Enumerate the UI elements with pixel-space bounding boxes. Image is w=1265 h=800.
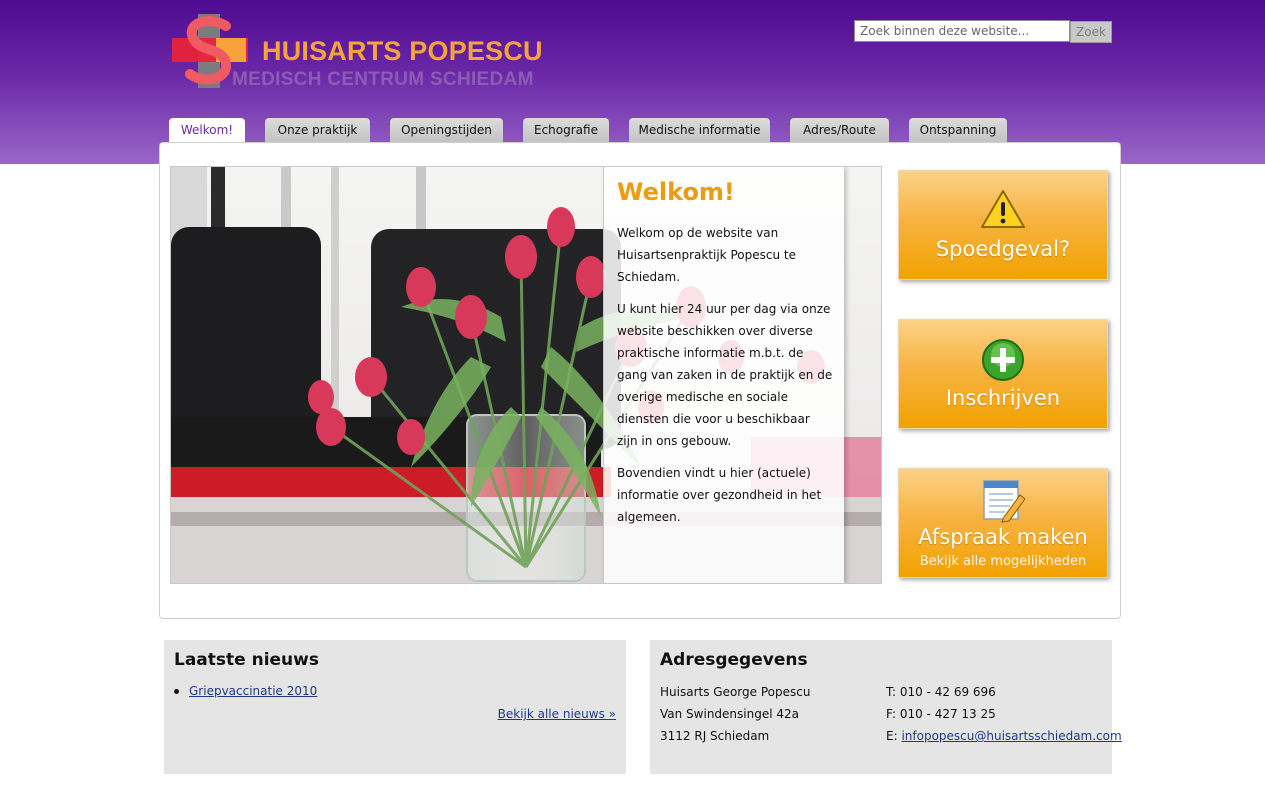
tab-adres-route[interactable]: Adres/Route xyxy=(790,118,889,142)
tab-echografie[interactable]: Echografie xyxy=(523,118,609,142)
tab-ontspanning[interactable]: Ontspanning xyxy=(909,118,1007,142)
email-link[interactable]: infopopescu@huisartsschiedam.com xyxy=(901,729,1121,743)
search-button[interactable]: Zoek xyxy=(1070,21,1112,43)
address-phone: T: 010 - 42 69 696 xyxy=(886,685,996,699)
inschrijven-button[interactable]: Inschrijven xyxy=(898,319,1108,429)
bullet-icon xyxy=(174,689,179,694)
logo-title: HUISARTS POPESCU xyxy=(262,36,543,66)
news-link[interactable]: Griepvaccinatie 2010 xyxy=(189,684,317,698)
tab-openingstijden[interactable]: Openingstijden xyxy=(390,118,503,142)
list-item: Griepvaccinatie 2010 xyxy=(174,684,317,698)
address-street: Van Swindensingel 42a xyxy=(660,707,799,721)
plus-circle-icon xyxy=(982,339,1024,381)
tab-medische-informatie[interactable]: Medische informatie xyxy=(629,118,770,142)
welcome-paragraph-1: Welkom op de website van Huisartsenprakt… xyxy=(617,226,796,284)
afspraak-maken-button[interactable]: Afspraak maken Bekijk alle mogelijkheden xyxy=(898,468,1108,578)
tab-welkom[interactable]: Welkom! xyxy=(169,118,245,143)
spoedgeval-label: Spoedgeval? xyxy=(935,237,1071,261)
address-city: 3112 RJ Schiedam xyxy=(660,729,770,743)
logo-subtitle: MEDISCH CENTRUM SCHIEDAM xyxy=(232,69,534,90)
email-prefix: E: xyxy=(886,729,902,743)
address-name: Huisarts George Popescu xyxy=(660,685,811,699)
afspraak-label: Afspraak maken xyxy=(918,525,1088,549)
welcome-paragraph-3: Bovendien vindt u hier (actuele) informa… xyxy=(617,466,822,524)
address-title: Adresgegevens xyxy=(660,650,808,670)
news-title: Laatste nieuws xyxy=(174,650,319,670)
address-box: Adresgegevens Huisarts George Popescu Va… xyxy=(650,640,1122,774)
site-logo[interactable]: HUISARTS POPESCU MEDISCH CENTRUM SCHIEDA… xyxy=(170,12,543,92)
afspraak-sublabel: Bekijk alle mogelijkheden xyxy=(919,554,1087,569)
warning-icon xyxy=(981,190,1025,228)
spoedgeval-button[interactable]: Spoedgeval? xyxy=(898,170,1108,280)
welcome-heading: Welkom! xyxy=(617,178,735,206)
tab-onze-praktijk[interactable]: Onze praktijk xyxy=(265,118,370,142)
all-news-link[interactable]: Bekijk alle nieuws » xyxy=(498,707,616,721)
welcome-paragraph-2: U kunt hier 24 uur per dag via onze webs… xyxy=(617,302,833,448)
search-input[interactable]: Zoek binnen deze website... xyxy=(854,20,1070,42)
news-box: Laatste nieuws Griepvaccinatie 2010 Beki… xyxy=(164,640,626,774)
address-email-row: E: infopopescu@huisartsschiedam.com xyxy=(886,729,1122,743)
notepad-pencil-icon xyxy=(983,480,1026,523)
inschrijven-label: Inschrijven xyxy=(945,386,1061,410)
address-fax: F: 010 - 427 13 25 xyxy=(886,707,996,721)
